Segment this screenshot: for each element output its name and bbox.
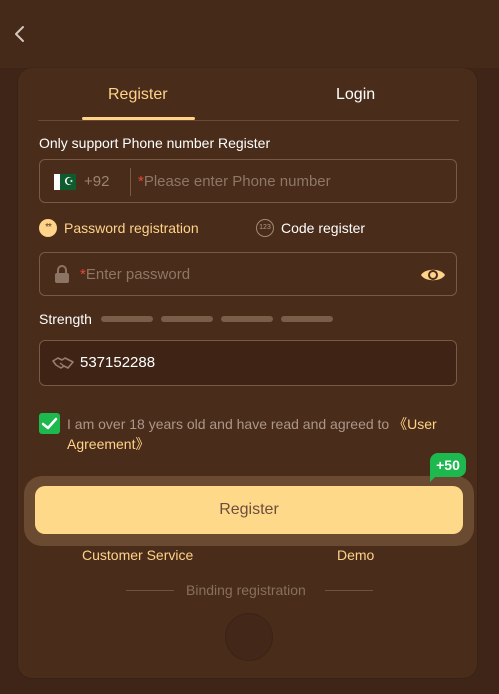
lock-icon xyxy=(55,265,69,283)
demo-link[interactable]: Demo xyxy=(337,547,374,563)
check-icon xyxy=(41,417,58,430)
phone-field[interactable]: ☪ +92 *Please enter Phone number xyxy=(39,159,457,203)
password-placeholder: *Enter password xyxy=(80,266,191,283)
handshake-icon xyxy=(52,357,74,369)
invite-code-value[interactable]: 537152288 xyxy=(80,354,155,371)
binding-circle-button[interactable] xyxy=(225,613,273,661)
agreement-text: I am over 18 years old and have read and… xyxy=(67,416,437,452)
field-divider xyxy=(130,168,131,196)
strength-label: Strength xyxy=(39,311,92,327)
code-register-label: Code register xyxy=(281,220,366,236)
active-tab-indicator xyxy=(82,117,195,120)
password-dots-icon: ** xyxy=(39,219,57,237)
pakistan-flag-icon: ☪ xyxy=(54,174,76,190)
strength-segment xyxy=(161,316,213,322)
divider-left xyxy=(126,590,174,591)
auth-tabs: Register Login xyxy=(38,74,459,121)
divider-right xyxy=(325,590,373,591)
invite-code-field[interactable]: 537152288 xyxy=(39,340,457,386)
tab-register[interactable]: Register xyxy=(108,86,168,104)
back-arrow-icon[interactable] xyxy=(10,22,32,46)
top-bar xyxy=(0,0,499,68)
agreement-checkbox[interactable] xyxy=(39,413,60,434)
country-code[interactable]: +92 xyxy=(84,173,109,190)
customer-service-link[interactable]: Customer Service xyxy=(82,547,193,563)
bonus-badge: +50 xyxy=(430,453,466,482)
register-subtitle: Only support Phone number Register xyxy=(39,135,271,151)
password-registration-label: Password registration xyxy=(64,220,199,236)
strength-segment xyxy=(101,316,153,322)
phone-placeholder: *Please enter Phone number xyxy=(138,173,331,190)
code-123-icon: 123 xyxy=(256,219,274,237)
tab-login[interactable]: Login xyxy=(336,86,375,104)
register-button[interactable]: Register xyxy=(35,486,463,534)
eye-icon[interactable] xyxy=(420,265,446,285)
password-field[interactable]: *Enter password xyxy=(39,252,457,296)
strength-segment xyxy=(221,316,273,322)
binding-registration-label: Binding registration xyxy=(186,582,306,598)
strength-segment xyxy=(281,316,333,322)
